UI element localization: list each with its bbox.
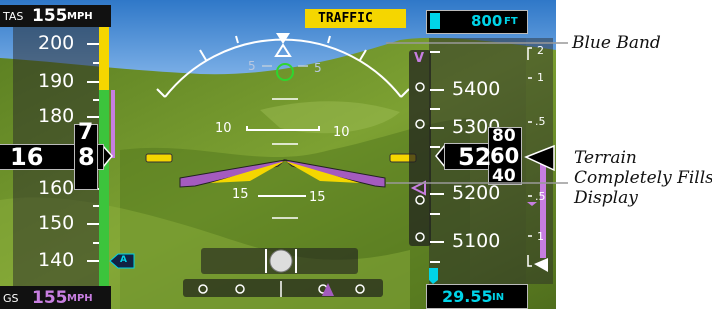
airspeed-tick-180: 180 [38,105,75,127]
airspeed-readout-tens: 16 [10,143,44,171]
vnav-marker: V [414,51,425,66]
tas-value: 155 [32,6,68,26]
altitude-readout-minor-top: 80 [492,126,516,146]
vsi-label-1: 1 [537,71,544,84]
airspeed-tick-190: 190 [38,70,75,92]
airspeed-tick-160: 160 [38,177,75,199]
airspeed-trend-bar [111,90,115,158]
airspeed-green-band [99,90,109,286]
pitch-label-10-left: 10 [215,121,232,136]
cdi-bar [183,279,383,297]
callout-terrain-line1: Terrain [574,148,637,168]
airspeed-tick-140: 140 [38,249,75,271]
airspeed-tick-150: 150 [38,212,75,234]
altitude-readout-minor-bottom: 40 [492,166,516,186]
selected-altitude-unit: FT [504,16,518,27]
selected-altitude-value: 800 [471,12,503,30]
pitch-label-10-right: 10 [333,125,350,140]
baro-setting-value: 29.55 [442,287,493,306]
airspeed-readout-ones: 8 [78,143,95,171]
airspeed-yellow-band [99,24,109,90]
pitch-label-5-left: 5 [248,59,256,73]
altitude-tick-5200: 5200 [452,182,501,204]
callout-blue-band: Blue Band [572,33,661,53]
airspeed-tick-200: 200 [38,32,75,54]
altitude-readout-major: 52 [458,143,492,171]
gs-unit: MPH [67,293,93,304]
tas-unit: MPH [67,11,93,22]
primary-flight-display: TAS 155 MPH GS 155 MPH TRAFFIC 800 FT 29… [0,0,556,309]
vsi-label-05: .5 [535,115,546,128]
airspeed-readout-ones-top: 7 [78,120,94,145]
pitch-label-15-left: 15 [232,187,249,202]
tas-label: TAS [3,10,24,23]
gs-value: 155 [32,288,68,308]
callout-terrain-line3: Display [574,188,638,208]
altitude-tick-5100: 5100 [452,230,501,252]
vsi-trend-bar [540,164,546,258]
vnav-strip [409,50,431,246]
baro-setting-unit: IN [492,292,505,303]
callout-terrain-line2: Completely Fills [574,168,712,188]
vsi-label-2: 2 [537,44,544,57]
vsi-label-05-down: .5 [535,190,546,203]
traffic-label: TRAFFIC [318,11,373,26]
selected-altitude-bug-icon [430,13,440,29]
level-reference-left [145,153,173,163]
altitude-tick-5400: 5400 [452,78,501,100]
vsi-label-1-down: 1 [537,230,544,243]
pitch-label-5-right: 5 [314,61,322,75]
slip-ball [269,249,293,273]
airspeed-ref-label: A [120,255,127,265]
altitude-readout-minor: 60 [490,144,520,168]
gs-label: GS [3,292,19,305]
pitch-label-15-right: 15 [309,190,326,205]
